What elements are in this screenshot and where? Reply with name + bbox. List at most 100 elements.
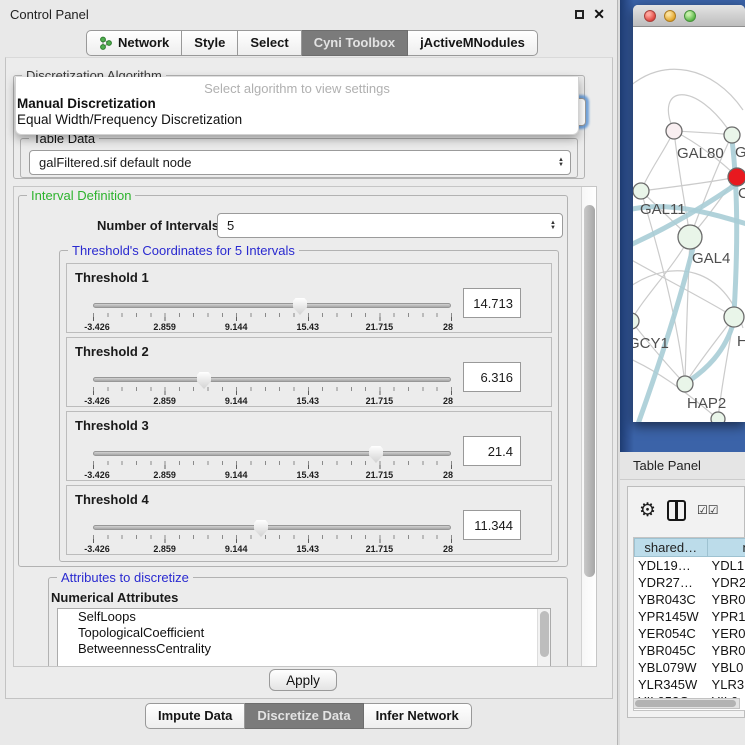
settings-scrollbar[interactable] (581, 187, 596, 666)
zoom-traffic-light-icon[interactable] (684, 10, 696, 22)
threshold-4-panel: Threshold 4 -3.426 2.859 9.144 15.43 21.… (66, 485, 552, 555)
network-view-window: GAL80 GA C GAL11 GAL4 GCY1 H HAP2 (633, 5, 745, 422)
column-header-shared[interactable]: shared… (634, 538, 708, 557)
gear-icon[interactable]: ⚙ (639, 501, 656, 520)
node-label-gal4: GAL4 (692, 250, 730, 267)
table-row[interactable]: YPR145WYPR1 (634, 608, 745, 625)
dropdown-prompt: Select algorithm to view settings (16, 77, 578, 96)
network-window-titlebar (633, 5, 745, 27)
table-data-group: Table Data galFiltered.sif default node … (20, 138, 578, 178)
settings-scroll-area: Interval Definition Number of Intervals … (13, 186, 597, 667)
table-row[interactable]: YLR345WYLR3 (634, 676, 745, 693)
top-tab-bar: Network Style Select Cyni Toolbox jActiv… (86, 30, 538, 56)
slider-scale: -3.426 2.859 9.144 15.43 21.715 28 (93, 322, 452, 333)
tab-cyni-toolbox[interactable]: Cyni Toolbox (302, 30, 408, 56)
threshold-coordinates-group-title: Threshold's Coordinates for 5 Intervals (68, 243, 299, 258)
table-horizontal-scrollbar[interactable] (633, 698, 740, 709)
table-toolbar: ⚙ ☑☑ (628, 487, 744, 533)
bottom-tab-bar: Impute Data Discretize Data Infer Networ… (145, 703, 472, 729)
tab-network-label: Network (118, 35, 169, 50)
network-node[interactable] (724, 127, 740, 143)
column-header-name[interactable]: na (708, 538, 745, 557)
number-of-intervals-value: 5 (227, 218, 234, 233)
network-canvas[interactable]: GAL80 GA C GAL11 GAL4 GCY1 H HAP2 (633, 28, 745, 422)
apply-button[interactable]: Apply (269, 669, 337, 691)
network-node[interactable] (678, 225, 702, 249)
checkbox-icons[interactable]: ☑☑ (697, 503, 719, 517)
dropdown-option-equal-width-frequency[interactable]: Equal Width/Frequency Discretization (16, 112, 578, 128)
threshold-2-panel: Threshold 2 -3.426 2.859 9.144 15.43 21.… (66, 337, 552, 407)
table-row[interactable]: YER054CYER0 (634, 625, 745, 642)
tab-jactivemnodules[interactable]: jActiveMNodules (408, 30, 538, 56)
close-traffic-light-icon[interactable] (644, 10, 656, 22)
right-section: GAL80 GA C GAL11 GAL4 GCY1 H HAP2 Table … (620, 0, 745, 745)
node-label-gal80: GAL80 (677, 145, 724, 162)
slider-ticks (93, 387, 452, 395)
slider-ticks (93, 313, 452, 321)
network-node-selected[interactable] (728, 168, 745, 186)
table-horizontal-scrollbar-thumb[interactable] (635, 700, 736, 707)
threshold-1-value-field[interactable]: 14.713 (463, 288, 521, 318)
slider-track[interactable] (93, 451, 451, 456)
list-scrollbar-thumb[interactable] (540, 611, 549, 657)
table-row[interactable]: YBR045CYBR0 (634, 642, 745, 659)
network-node[interactable] (711, 412, 725, 422)
list-item[interactable]: SelfLoops (58, 609, 550, 625)
slider-track[interactable] (93, 377, 451, 382)
attributes-group-title: Attributes to discretize (57, 570, 193, 585)
tab-style[interactable]: Style (182, 30, 238, 56)
table-row[interactable]: YBR043CYBR0 (634, 591, 745, 608)
threshold-1-panel: Threshold 1 -3.426 2.859 9.144 15.43 21.… (66, 263, 552, 333)
tab-network[interactable]: Network (86, 30, 182, 56)
network-node[interactable] (677, 376, 693, 392)
tab-infer-network[interactable]: Infer Network (364, 703, 472, 729)
node-attribute-table: shared… na YDL19…YDL1 YDR27…YDR2 YBR043C… (633, 537, 745, 711)
cyni-toolbox-panel: Discretization Algorithm ▲▼ Table Data g… (5, 57, 613, 699)
list-item[interactable]: TopologicalCoefficient (58, 625, 550, 641)
close-icon[interactable]: ✕ (593, 9, 605, 19)
table-panel-body: ⚙ ☑☑ shared… na YDL19…YDL1 YDR27…YDR2 YB… (620, 480, 745, 745)
number-of-intervals-combobox[interactable]: 5 ▲▼ (217, 213, 563, 238)
threshold-coordinates-group: Threshold's Coordinates for 5 Intervals … (59, 250, 559, 562)
tab-select[interactable]: Select (238, 30, 301, 56)
node-label-partial-h: H (737, 333, 745, 350)
threshold-1-slider[interactable]: -3.426 2.859 9.144 15.43 21.715 28 (93, 298, 452, 332)
combo-stepper-icon: ▲▼ (556, 158, 566, 168)
table-row[interactable]: YDL19…YDL1 (634, 557, 745, 574)
threshold-3-slider[interactable]: -3.426 2.859 9.144 15.43 21.715 28 (93, 446, 452, 480)
float-window-icon[interactable] (575, 10, 584, 19)
number-of-intervals-label: Number of Intervals (97, 218, 219, 233)
table-panel-titlebar: Table Panel (620, 452, 745, 480)
threshold-2-value-field[interactable]: 6.316 (463, 362, 521, 392)
table-row[interactable]: YBL079WYBL0 (634, 659, 745, 676)
attributes-to-discretize-group: Attributes to discretize Numerical Attri… (48, 577, 568, 667)
tab-discretize-data[interactable]: Discretize Data (245, 703, 363, 729)
panel-title: Control Panel (10, 7, 89, 22)
table-columns-icon[interactable] (667, 500, 686, 521)
dropdown-option-manual-discretization[interactable]: Manual Discretization (16, 96, 578, 112)
control-panel-titlebar: Control Panel ✕ (0, 0, 617, 28)
threshold-4-slider[interactable]: -3.426 2.859 9.144 15.43 21.715 28 (93, 520, 452, 554)
network-node[interactable] (724, 307, 744, 327)
desktop-background: GAL80 GA C GAL11 GAL4 GCY1 H HAP2 (620, 0, 745, 452)
slider-ticks (93, 535, 452, 543)
network-node[interactable] (633, 313, 639, 329)
node-label-gal11: GAL11 (640, 201, 686, 218)
network-node[interactable] (666, 123, 682, 139)
minimize-traffic-light-icon[interactable] (664, 10, 676, 22)
slider-track[interactable] (93, 525, 451, 530)
table-data-combobox[interactable]: galFiltered.sif default node ▲▼ (29, 150, 571, 175)
node-label-gcy1: GCY1 (633, 335, 669, 352)
table-row[interactable]: YDR27…YDR2 (634, 574, 745, 591)
tab-impute-data[interactable]: Impute Data (145, 703, 245, 729)
list-scrollbar[interactable] (537, 609, 550, 667)
list-item[interactable]: BetweennessCentrality (58, 641, 550, 657)
threshold-4-value-field[interactable]: 11.344 (463, 510, 521, 540)
slider-ticks (93, 461, 452, 469)
slider-track[interactable] (93, 303, 451, 308)
network-node[interactable] (633, 183, 649, 199)
threshold-2-slider[interactable]: -3.426 2.859 9.144 15.43 21.715 28 (93, 372, 452, 406)
settings-scrollbar-thumb[interactable] (584, 205, 595, 577)
threshold-3-value-field[interactable]: 21.4 (463, 436, 521, 466)
table-panel-title: Table Panel (633, 458, 701, 473)
